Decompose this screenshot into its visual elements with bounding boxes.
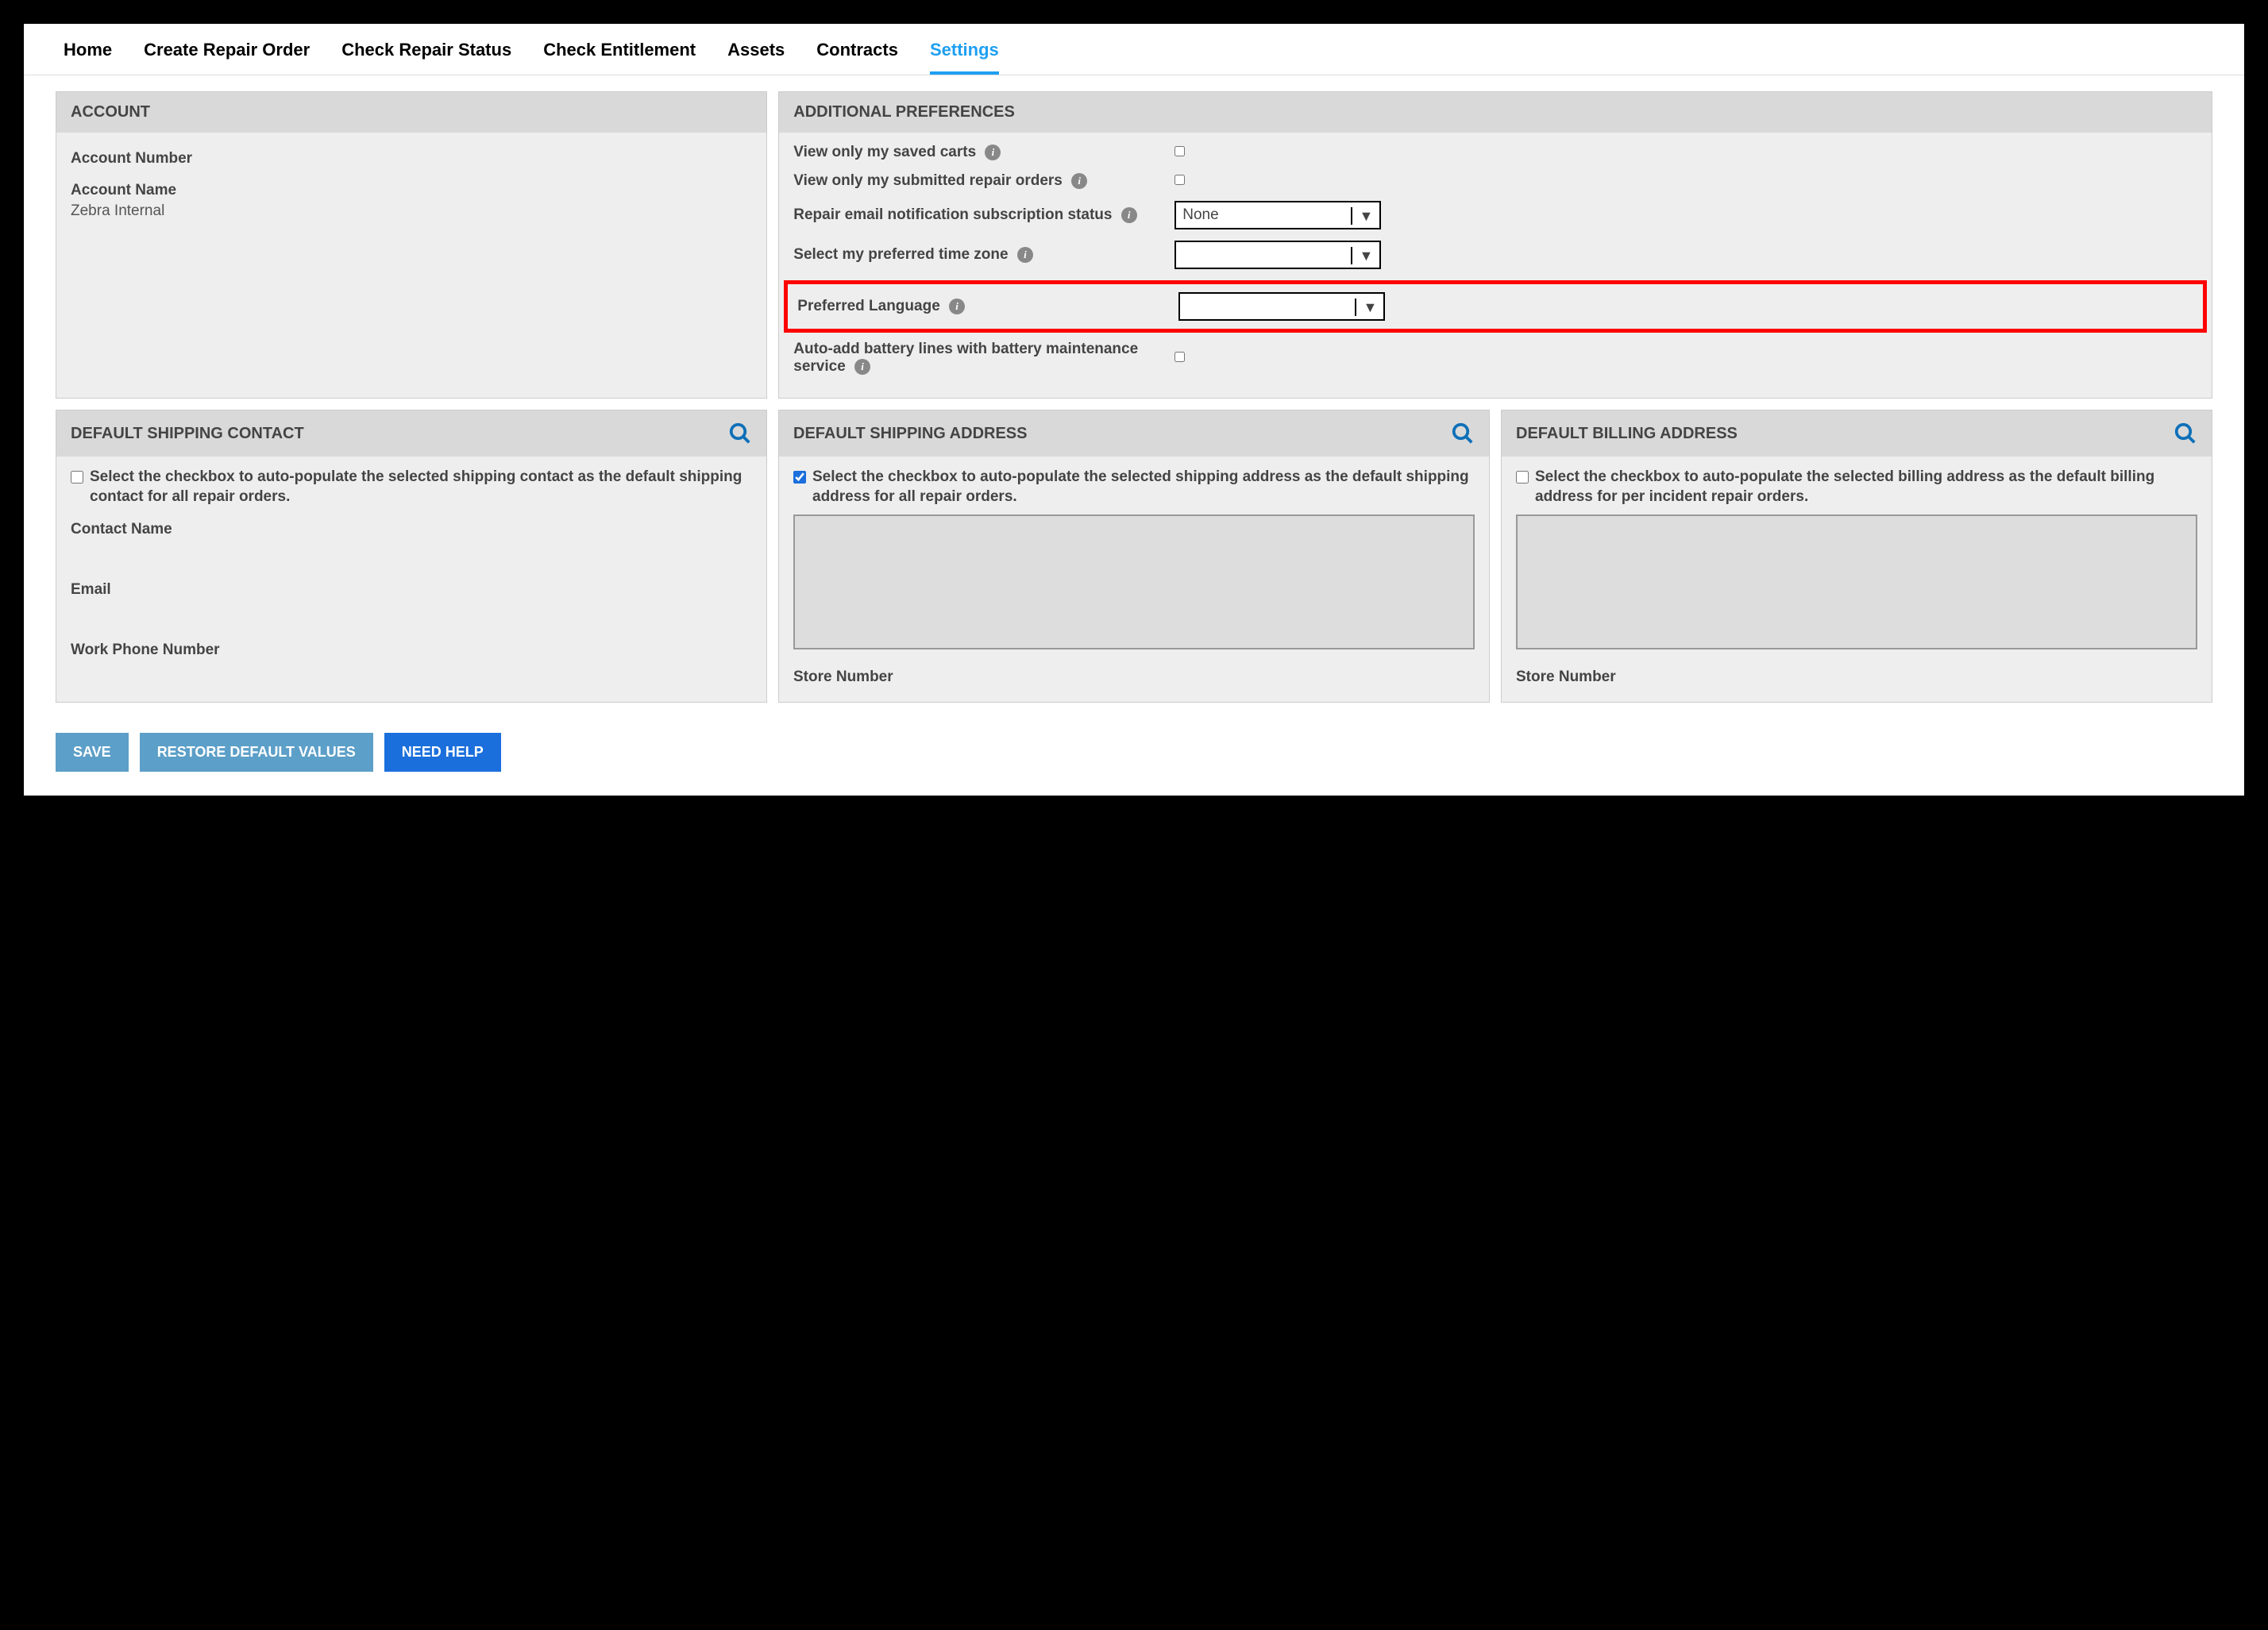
billing-address-body: Select the checkbox to auto-populate the… xyxy=(1502,457,2212,702)
account-number-label: Account Number xyxy=(71,150,752,168)
chevron-down-icon: ▼ xyxy=(1351,247,1373,264)
pref-email-notif-ctrl: None ▼ xyxy=(1174,201,1381,229)
tab-contracts[interactable]: Contracts xyxy=(816,32,898,75)
preferences-body: View only my saved carts i View only my … xyxy=(779,133,2212,398)
top-tabs: Home Create Repair Order Check Repair St… xyxy=(24,24,2244,75)
pref-auto-battery-ctrl xyxy=(1174,349,1381,367)
shipping-contact-checkbox-text: Select the checkbox to auto-populate the… xyxy=(90,468,752,507)
tab-create-repair-order[interactable]: Create Repair Order xyxy=(144,32,310,75)
billing-store-label: Store Number xyxy=(1516,669,2197,686)
tab-settings[interactable]: Settings xyxy=(930,32,999,75)
pref-language-row: Preferred Language i ▼ xyxy=(794,292,2197,321)
pref-timezone-ctrl: ▼ xyxy=(1174,241,1381,269)
pref-saved-carts-checkbox[interactable] xyxy=(1174,146,1185,156)
account-panel: ACCOUNT Account Number Account Name Zebr… xyxy=(56,91,767,399)
shipping-contact-checkbox[interactable] xyxy=(71,471,83,484)
account-body: Account Number Account Name Zebra Intern… xyxy=(56,133,766,245)
info-icon[interactable]: i xyxy=(1017,247,1033,263)
search-icon[interactable] xyxy=(728,422,752,445)
tab-check-entitlement[interactable]: Check Entitlement xyxy=(543,32,696,75)
pref-timezone-row: Select my preferred time zone i ▼ xyxy=(793,241,2197,269)
pref-saved-carts-ctrl xyxy=(1174,144,1381,161)
pref-language-ctrl: ▼ xyxy=(1178,292,1385,321)
billing-address-checkbox-text: Select the checkbox to auto-populate the… xyxy=(1535,468,2197,507)
pref-submitted-orders-text: View only my submitted repair orders xyxy=(793,172,1063,189)
info-icon[interactable]: i xyxy=(1071,173,1087,189)
tab-home[interactable]: Home xyxy=(64,32,112,75)
shipping-address-body: Select the checkbox to auto-populate the… xyxy=(779,457,1489,702)
shipping-contact-title: DEFAULT SHIPPING CONTACT xyxy=(71,425,304,443)
shipping-address-checkbox[interactable] xyxy=(793,471,806,484)
chevron-down-icon: ▼ xyxy=(1351,207,1373,225)
pref-submitted-orders-checkbox[interactable] xyxy=(1174,175,1185,185)
pref-language-label: Preferred Language i xyxy=(797,298,1178,315)
email-label: Email xyxy=(71,581,752,599)
preferences-panel: ADDITIONAL PREFERENCES View only my save… xyxy=(778,91,2212,399)
work-phone-label: Work Phone Number xyxy=(71,642,752,659)
info-icon[interactable]: i xyxy=(1121,207,1137,223)
pref-email-notif-select[interactable]: None ▼ xyxy=(1174,201,1381,229)
shipping-address-panel: DEFAULT SHIPPING ADDRESS Select the chec… xyxy=(778,410,1490,703)
shipping-address-title: DEFAULT SHIPPING ADDRESS xyxy=(793,425,1027,443)
account-header: ACCOUNT xyxy=(56,92,766,133)
pref-auto-battery-row: Auto-add battery lines with battery main… xyxy=(793,341,2197,376)
billing-address-header: DEFAULT BILLING ADDRESS xyxy=(1502,410,2212,457)
shipping-address-textarea[interactable] xyxy=(793,514,1475,649)
pref-auto-battery-label: Auto-add battery lines with battery main… xyxy=(793,341,1174,376)
shipping-address-header: DEFAULT SHIPPING ADDRESS xyxy=(779,410,1489,457)
info-icon[interactable]: i xyxy=(985,145,1001,160)
billing-address-checkbox[interactable] xyxy=(1516,471,1529,484)
pref-email-notif-text: Repair email notification subscription s… xyxy=(793,206,1112,223)
pref-language-highlight: Preferred Language i ▼ xyxy=(784,280,2207,333)
pref-saved-carts-label: View only my saved carts i xyxy=(793,144,1174,161)
shipping-contact-autopop[interactable]: Select the checkbox to auto-populate the… xyxy=(71,468,752,507)
info-icon[interactable]: i xyxy=(949,299,965,314)
top-row: ACCOUNT Account Number Account Name Zebr… xyxy=(56,91,2212,399)
app-frame: Home Create Repair Order Check Repair St… xyxy=(24,24,2244,796)
contact-name-label: Contact Name xyxy=(71,521,752,538)
chevron-down-icon: ▼ xyxy=(1355,299,1377,316)
pref-auto-battery-checkbox[interactable] xyxy=(1174,352,1185,362)
pref-saved-carts-row: View only my saved carts i xyxy=(793,144,2197,161)
content-area: ACCOUNT Account Number Account Name Zebr… xyxy=(24,75,2244,703)
pref-submitted-orders-row: View only my submitted repair orders i xyxy=(793,172,2197,190)
shipping-store-label: Store Number xyxy=(793,669,1475,686)
pref-email-notif-label: Repair email notification subscription s… xyxy=(793,206,1174,224)
restore-defaults-button[interactable]: RESTORE DEFAULT VALUES xyxy=(140,733,373,772)
billing-address-autopop[interactable]: Select the checkbox to auto-populate the… xyxy=(1516,468,2197,507)
save-button[interactable]: SAVE xyxy=(56,733,129,772)
account-name-label: Account Name xyxy=(71,182,752,199)
shipping-address-checkbox-text: Select the checkbox to auto-populate the… xyxy=(812,468,1475,507)
billing-address-title: DEFAULT BILLING ADDRESS xyxy=(1516,425,1738,443)
shipping-contact-body: Select the checkbox to auto-populate the… xyxy=(56,457,766,675)
tab-check-repair-status[interactable]: Check Repair Status xyxy=(341,32,511,75)
pref-timezone-label: Select my preferred time zone i xyxy=(793,246,1174,264)
billing-address-textarea[interactable] xyxy=(1516,514,2197,649)
pref-timezone-select[interactable]: ▼ xyxy=(1174,241,1381,269)
pref-language-text: Preferred Language xyxy=(797,298,940,314)
preferences-header: ADDITIONAL PREFERENCES xyxy=(779,92,2212,133)
button-bar: SAVE RESTORE DEFAULT VALUES NEED HELP xyxy=(24,714,2244,772)
info-icon[interactable]: i xyxy=(854,359,870,375)
account-name-value: Zebra Internal xyxy=(71,202,752,220)
pref-submitted-orders-ctrl xyxy=(1174,172,1381,190)
search-icon[interactable] xyxy=(2174,422,2197,445)
tab-assets[interactable]: Assets xyxy=(727,32,785,75)
need-help-button[interactable]: NEED HELP xyxy=(384,733,501,772)
pref-auto-battery-text: Auto-add battery lines with battery main… xyxy=(793,341,1138,375)
shipping-address-autopop[interactable]: Select the checkbox to auto-populate the… xyxy=(793,468,1475,507)
pref-email-notif-row: Repair email notification subscription s… xyxy=(793,201,2197,229)
shipping-contact-panel: DEFAULT SHIPPING CONTACT Select the chec… xyxy=(56,410,767,703)
defaults-row: DEFAULT SHIPPING CONTACT Select the chec… xyxy=(56,410,2212,703)
pref-saved-carts-text: View only my saved carts xyxy=(793,144,976,160)
pref-submitted-orders-label: View only my submitted repair orders i xyxy=(793,172,1174,190)
billing-address-panel: DEFAULT BILLING ADDRESS Select the check… xyxy=(1501,410,2212,703)
search-icon[interactable] xyxy=(1451,422,1475,445)
pref-timezone-text: Select my preferred time zone xyxy=(793,246,1008,263)
shipping-contact-header: DEFAULT SHIPPING CONTACT xyxy=(56,410,766,457)
pref-language-select[interactable]: ▼ xyxy=(1178,292,1385,321)
pref-email-notif-value: None xyxy=(1182,206,1218,224)
